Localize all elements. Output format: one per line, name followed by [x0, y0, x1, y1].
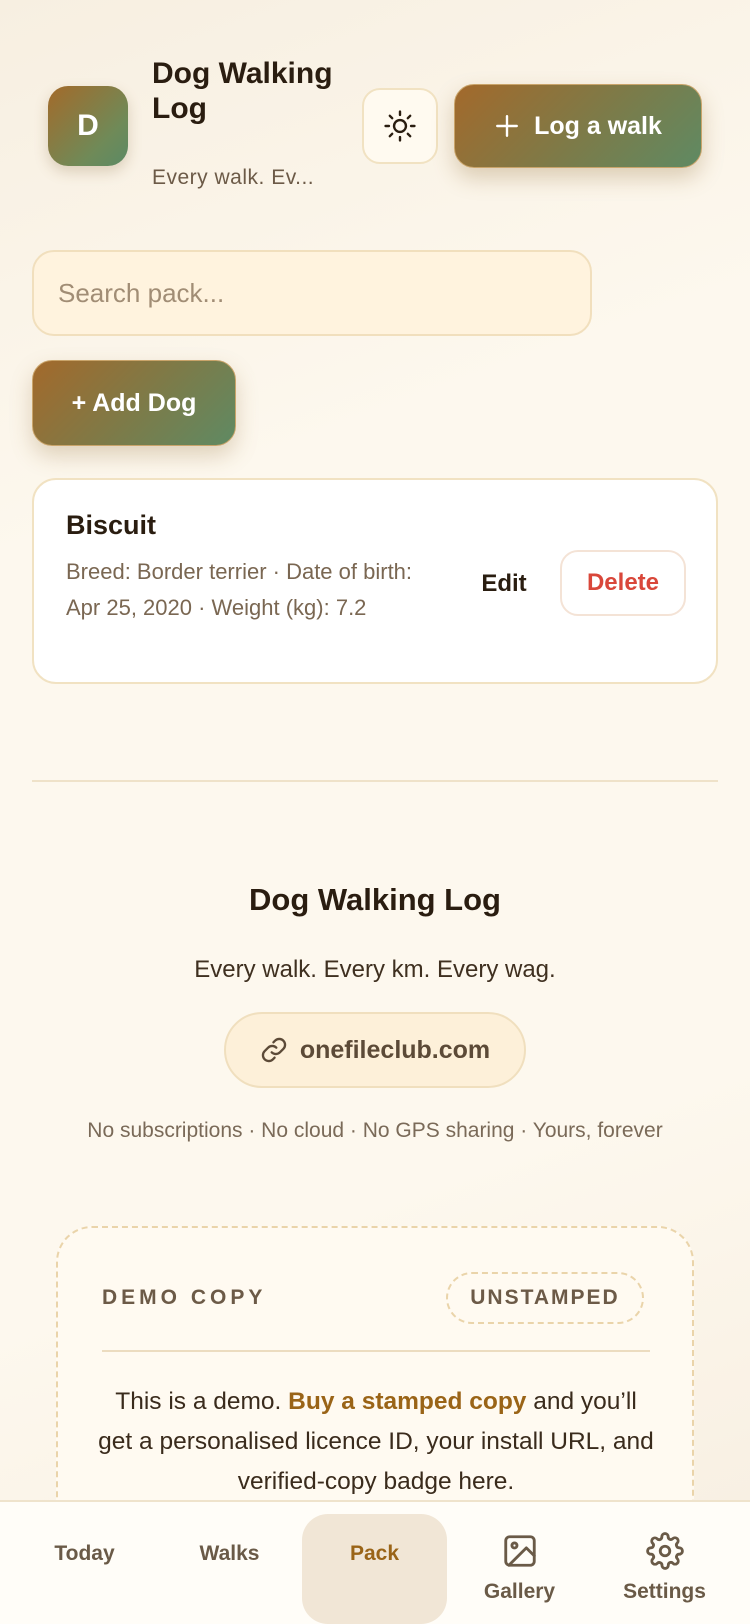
footer-tagline: Every walk. Every km. Every wag.	[194, 956, 556, 983]
log-walk-label: Log a walk	[534, 111, 662, 140]
website-label: onefileclub.com	[299, 1035, 491, 1064]
image-icon	[503, 1535, 536, 1567]
gear-icon	[645, 1532, 684, 1570]
website-link[interactable]: onefileclub.com	[224, 1012, 526, 1088]
demo-message: This is a demo. Buy a stamped copy and y…	[98, 1382, 654, 1502]
demo-copy-label: DEMO COPY	[102, 1286, 267, 1309]
app-screen: D Dog Walking Log Every walk. Ev... Log …	[0, 0, 750, 1624]
unstamped-badge: UNSTAMPED	[446, 1272, 644, 1324]
footer-note: No subscriptions · No cloud · No GPS sha…	[87, 1119, 663, 1142]
section-divider	[32, 780, 718, 782]
nav-label-pack: Pack	[349, 1542, 400, 1565]
theme-toggle-button[interactable]	[362, 88, 438, 164]
app-title: Dog Walking Log	[152, 57, 333, 125]
app-subtitle: Every walk. Ev...	[152, 166, 315, 189]
nav-tab-pack[interactable]: Pack	[302, 1514, 447, 1624]
sun-icon	[384, 110, 416, 142]
nav-tab-settings[interactable]: Settings	[592, 1514, 737, 1624]
plus-icon	[496, 115, 519, 137]
dog-card: Biscuit Breed: Border terrier · Date of …	[32, 478, 718, 684]
demo-text-before: This is a demo.	[115, 1388, 289, 1415]
add-dog-button[interactable]: + Add Dog	[32, 360, 236, 446]
buy-stamped-copy-link[interactable]: Buy a stamped copy	[288, 1388, 526, 1415]
app-header: D Dog Walking Log Every walk. Ev... Log …	[48, 56, 708, 196]
dog-name: Biscuit	[66, 510, 157, 540]
search-input[interactable]	[32, 250, 592, 336]
app-avatar: D	[48, 86, 128, 166]
nav-label-settings: Settings	[623, 1580, 706, 1603]
nav-tab-today[interactable]: Today	[12, 1514, 157, 1624]
nav-label-walks: Walks	[199, 1542, 260, 1565]
delete-dog-button[interactable]: Delete	[560, 550, 686, 616]
nav-tab-walks[interactable]: Walks	[157, 1514, 302, 1624]
nav-label-gallery: Gallery	[483, 1580, 556, 1603]
demo-divider	[102, 1350, 650, 1352]
link-icon	[261, 1037, 287, 1063]
bottom-navigation: Today Walks Pack Gallery Settings	[0, 1500, 750, 1624]
dog-details: Breed: Border terrier · Date of birth: A…	[66, 559, 413, 620]
footer-title: Dog Walking Log	[249, 882, 501, 917]
edit-dog-button[interactable]: Edit	[464, 558, 544, 610]
log-walk-button[interactable]: Log a walk	[454, 84, 702, 168]
nav-tab-gallery[interactable]: Gallery	[447, 1514, 592, 1624]
nav-label-today: Today	[54, 1542, 115, 1565]
